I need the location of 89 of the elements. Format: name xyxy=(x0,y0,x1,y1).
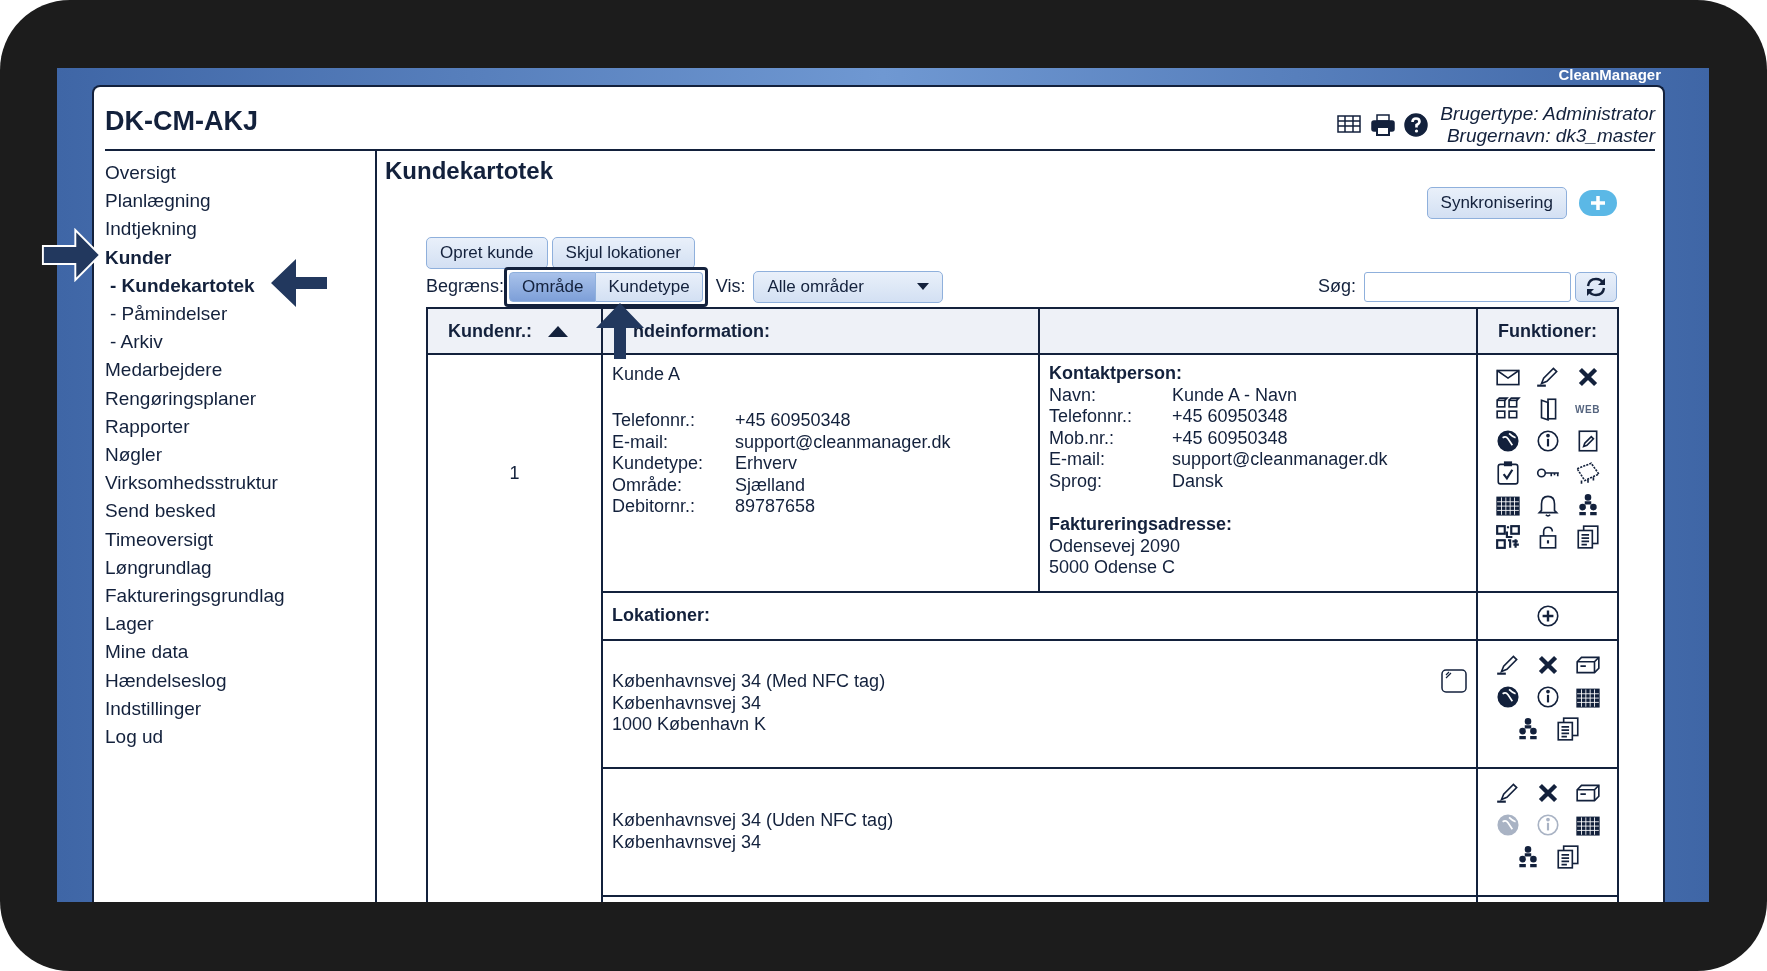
action-button[interactable]: Skjul lokationer xyxy=(551,237,695,269)
sidebar-item[interactable]: Faktureringsgrundlag xyxy=(105,582,285,611)
field-label: Debitornr.: xyxy=(612,496,697,518)
sidebar-item[interactable]: Indstillinger xyxy=(105,694,202,724)
help-icon[interactable] xyxy=(1404,113,1429,137)
sidebar-item[interactable]: Send besked xyxy=(105,497,216,526)
field-value: +45 60950348 xyxy=(1172,427,1289,449)
column-header: ndeinformation: xyxy=(632,320,770,341)
field-label: Telefonnr.: xyxy=(612,410,697,432)
address-line: Københavnsvej 34 xyxy=(612,692,763,715)
sidebar-item[interactable]: - Påmindelser xyxy=(105,300,228,329)
sidebar-item[interactable]: Løngrundlag xyxy=(105,553,212,583)
field-value: Kunde A - Navn xyxy=(1172,384,1299,406)
info-icon[interactable] xyxy=(1534,683,1561,710)
address-line: Københavnsvej 34 (Med NFC tag) xyxy=(612,671,886,693)
sidebar-item[interactable]: - Arkiv xyxy=(105,328,163,357)
sidebar-item[interactable]: Rapporter xyxy=(105,412,190,442)
web-link[interactable]: WEB xyxy=(1567,393,1608,425)
address-line: 1000 København K xyxy=(612,714,768,736)
clipboard-icon[interactable] xyxy=(1494,460,1521,486)
view-label: Vis: xyxy=(715,275,746,298)
filter-tab[interactable]: Kundetype xyxy=(596,271,703,302)
action-button[interactable]: Opret kunde xyxy=(426,237,548,269)
documents-icon[interactable] xyxy=(1554,715,1581,742)
refresh-button[interactable] xyxy=(1575,271,1617,302)
table-cell: 1 xyxy=(509,462,520,483)
section-heading: Faktureringsadresse: xyxy=(1049,514,1234,536)
column-header: Funktioner: xyxy=(1498,320,1597,341)
user-type: Brugertype: Administrator xyxy=(1440,103,1655,125)
sidebar-item[interactable]: Mine data xyxy=(105,638,189,667)
sidebar-item[interactable]: Log ud xyxy=(105,723,164,752)
section-heading: Lokationer: xyxy=(612,605,710,625)
field-label: E-mail: xyxy=(612,431,669,453)
customer-name: Kunde A xyxy=(612,363,682,386)
field-value: +45 60950348 xyxy=(735,410,852,432)
qr-code-icon[interactable] xyxy=(1494,524,1521,550)
site-title: DK-CM-AKJ xyxy=(105,104,258,138)
sidebar-item[interactable]: Lager xyxy=(105,610,154,639)
table-icon[interactable] xyxy=(1336,113,1363,135)
field-label: Navn: xyxy=(1049,384,1098,406)
sidebar-item[interactable]: Timeoversigt xyxy=(105,525,214,554)
sync-button[interactable]: Synkronisering xyxy=(1426,187,1567,219)
sidebar-item[interactable]: Oversigt xyxy=(105,159,176,188)
info-icon[interactable] xyxy=(1534,428,1561,454)
filter-tab[interactable]: Område xyxy=(509,271,597,302)
sidebar-item[interactable]: Nøgler xyxy=(105,441,162,470)
field-label: Område: xyxy=(612,474,684,496)
field-value: Sjælland xyxy=(735,474,807,496)
field-label: Sprog: xyxy=(1049,470,1104,492)
field-label: Telefonnr.: xyxy=(1049,406,1134,428)
caret-icon xyxy=(917,282,930,291)
refresh-icon xyxy=(1584,276,1608,298)
printer-icon[interactable] xyxy=(1370,113,1397,137)
field-value: support@cleanmanager.dk xyxy=(1172,449,1389,471)
sidebar-item[interactable]: Hændelseslog xyxy=(105,666,227,695)
filter-label: Begræns: xyxy=(426,275,505,298)
field-value: Dansk xyxy=(1172,470,1225,492)
brand-name: CleanManager xyxy=(1557,68,1662,85)
page-title: Kundekartotek xyxy=(385,157,555,185)
sort-icon[interactable] xyxy=(548,325,568,337)
field-label: E-mail: xyxy=(1049,449,1106,471)
nfc-tag-icon[interactable] xyxy=(1441,669,1467,694)
field-label: Mob.nr.: xyxy=(1049,427,1116,449)
address-line: Odensevej 2090 xyxy=(1049,535,1182,557)
pencil-icon[interactable] xyxy=(1534,364,1561,390)
sidebar-item[interactable]: Medarbejdere xyxy=(105,356,223,385)
field-value: Erhverv xyxy=(735,453,798,475)
address-line: Københavnsvej 34 (Uden NFC tag) xyxy=(612,810,894,832)
map-icon[interactable] xyxy=(1574,460,1601,486)
search-field[interactable] xyxy=(1364,271,1571,302)
search-label: Søg: xyxy=(1318,275,1356,298)
sidebar-item[interactable]: Rengøringsplaner xyxy=(105,384,257,413)
address-line: Københavnsvej 34 xyxy=(612,831,763,853)
field-label: Kundetype: xyxy=(612,453,705,475)
sidebar-item[interactable]: Planlægning xyxy=(105,187,211,216)
section-heading: Kontaktperson: xyxy=(1049,363,1183,385)
sidebar-item[interactable]: Virksomhedsstruktur xyxy=(105,469,278,498)
documents-icon[interactable] xyxy=(1574,524,1601,550)
field-value: 89787658 xyxy=(735,496,817,518)
field-value: +45 60950348 xyxy=(1172,406,1289,428)
sidebar-item[interactable]: - Kundekartotek xyxy=(105,271,255,300)
sidebar-item[interactable]: Kunder xyxy=(105,243,172,272)
field-value: support@cleanmanager.dk xyxy=(735,431,952,453)
sidebar-item[interactable]: Indtjekning xyxy=(105,215,197,244)
address-line: 5000 Odense C xyxy=(1049,557,1177,579)
pointer-arrow xyxy=(270,258,328,308)
area-dropdown[interactable]: Alle områder xyxy=(753,270,944,303)
documents-icon[interactable] xyxy=(1554,843,1581,870)
username: Brugernavn: dk3_master xyxy=(1445,125,1655,147)
